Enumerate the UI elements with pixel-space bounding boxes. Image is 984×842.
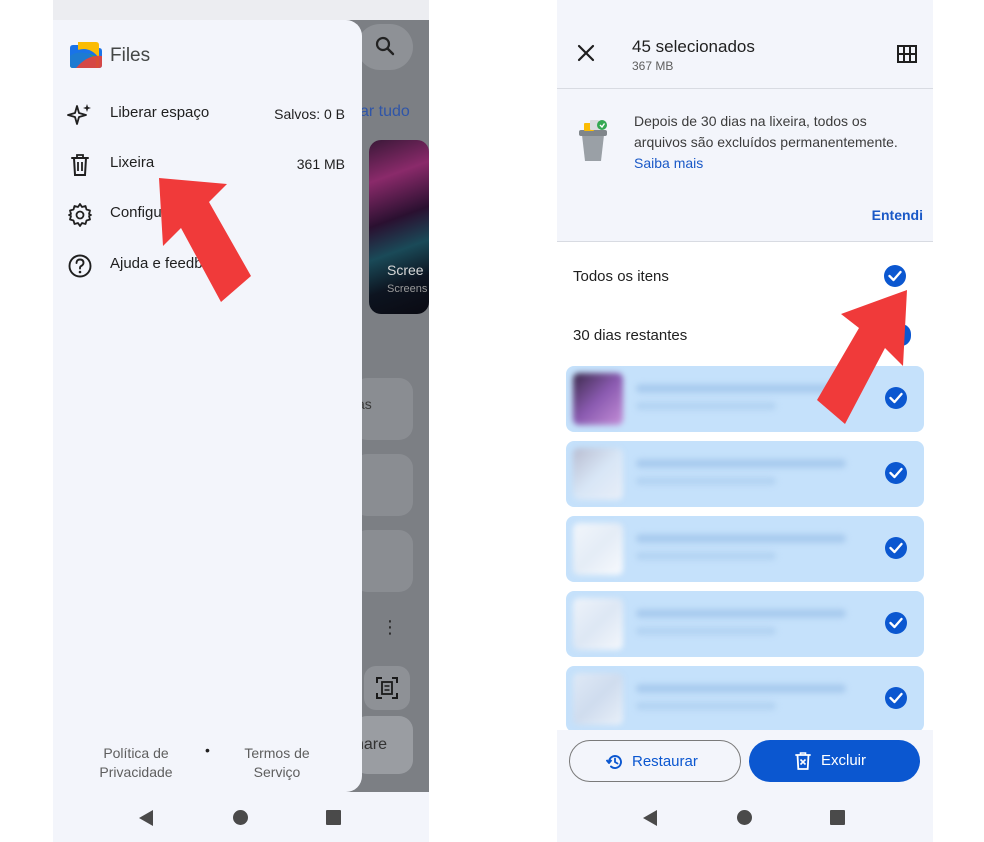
nav-back-icon[interactable] [139, 810, 153, 826]
trash-bin-illustration-icon [579, 120, 607, 161]
background-scan-button [364, 666, 410, 710]
nav-back-icon[interactable] [643, 810, 657, 826]
restore-button-label: Restaurar [632, 753, 698, 770]
dismiss-banner-button[interactable]: Entendi [872, 207, 923, 223]
nav-recents-icon[interactable] [830, 810, 845, 825]
blurred-file-name [636, 534, 846, 543]
nav-home-icon[interactable] [233, 810, 248, 825]
background-select-all-link: ar tudo [360, 103, 410, 120]
status-bar-area [53, 0, 429, 20]
learn-more-link[interactable]: Saiba mais [634, 155, 703, 171]
blurred-file-details [636, 702, 776, 710]
file-checkbox[interactable] [885, 462, 907, 484]
file-list-item[interactable] [566, 441, 924, 507]
scan-document-icon [376, 677, 398, 699]
delete-forever-icon [795, 752, 811, 770]
selection-count-title: 45 selecionados [632, 37, 755, 56]
terms-link-line: Termos de [244, 745, 310, 761]
all-items-checkbox[interactable] [884, 265, 906, 287]
delete-button-label: Excluir [821, 752, 867, 769]
sparkle-icon [67, 104, 91, 125]
android-navigation-bar [53, 792, 429, 842]
background-search-button [357, 24, 413, 70]
restore-button[interactable]: Restaurar [569, 740, 741, 782]
drawer-item-label: Lixeira [110, 154, 155, 171]
close-icon[interactable] [575, 42, 597, 64]
privacy-link-line: Privacidade [99, 764, 173, 780]
privacy-link-line: Política de [103, 745, 169, 761]
background-card-title: Scree [387, 262, 424, 278]
help-icon [68, 254, 92, 278]
delete-button[interactable]: Excluir [749, 740, 920, 782]
blurred-file-name [636, 684, 846, 693]
banner-message: Depois de 30 dias na lixeira, todos os a… [634, 111, 914, 174]
file-checkbox[interactable] [885, 612, 907, 634]
blurred-file-name [636, 459, 846, 468]
background-list-row [353, 454, 413, 516]
checkmark-icon [889, 692, 903, 704]
checkmark-icon [889, 542, 903, 554]
all-items-label: Todos os itens [573, 268, 669, 285]
right-phone-screen: 45 selecionados 367 MB Depois de 30 dias… [557, 0, 933, 842]
selection-toolbar: 45 selecionados 367 MB [557, 0, 933, 88]
file-thumbnail [573, 673, 623, 725]
file-thumbnail [573, 523, 623, 575]
terms-of-service-link[interactable]: Termos de Serviço [227, 744, 327, 782]
blurred-file-details [636, 627, 776, 635]
section-label: 30 dias restantes [573, 327, 688, 344]
background-list-row [353, 530, 413, 592]
restore-history-icon [606, 755, 622, 769]
navigation-drawer: Files Liberar espaço Salvos: 0 B Lixeira… [53, 20, 362, 792]
drawer-item-value: 361 MB [296, 156, 345, 172]
checkmark-icon [889, 617, 903, 629]
terms-link-line: Serviço [253, 764, 301, 780]
file-list-item[interactable] [566, 591, 924, 657]
checkmark-icon [889, 467, 903, 479]
selection-size: 367 MB [632, 59, 674, 73]
footer-separator: • [205, 742, 210, 758]
drawer-item-label: Liberar espaço [110, 104, 210, 121]
checkmark-icon [888, 270, 902, 282]
file-thumbnail [573, 448, 623, 500]
blurred-file-details [636, 477, 776, 485]
file-checkbox[interactable] [885, 537, 907, 559]
left-phone-screen: ar tudo Scree Screens as ⋮ r hare Files [53, 0, 429, 842]
drawer-item-free-up-space[interactable]: Liberar espaço Salvos: 0 B [67, 96, 349, 132]
search-icon [375, 36, 395, 56]
privacy-policy-link[interactable]: Política de Privacidade [81, 744, 191, 782]
files-logo-icon [70, 42, 102, 68]
file-list-item[interactable] [566, 516, 924, 582]
file-list-item[interactable] [566, 666, 924, 732]
file-thumbnail [573, 598, 623, 650]
nav-recents-icon[interactable] [326, 810, 341, 825]
blurred-file-name [636, 609, 846, 618]
trash-info-banner: Depois de 30 dias na lixeira, todos os a… [557, 88, 933, 242]
red-arrow-annotation [159, 178, 251, 302]
file-thumbnail [573, 373, 623, 425]
blurred-file-details [636, 402, 776, 410]
drawer-app-title: Files [110, 45, 151, 66]
drawer-item-value: Salvos: 0 B [274, 106, 345, 122]
background-card-subtitle: Screens [387, 283, 428, 295]
android-navigation-bar [557, 792, 933, 842]
grid-view-icon[interactable] [897, 45, 917, 63]
nav-home-icon[interactable] [737, 810, 752, 825]
file-checkbox[interactable] [885, 687, 907, 709]
trash-icon [71, 154, 89, 176]
action-bar: Restaurar Excluir [557, 730, 933, 792]
red-arrow-annotation [817, 290, 907, 424]
blurred-file-details [636, 552, 776, 560]
background-screenshot-card: Scree Screens [369, 140, 429, 314]
banner-text: Depois de 30 dias na lixeira, todos os a… [634, 113, 898, 150]
gear-icon [68, 203, 92, 227]
more-vert-icon: ⋮ [381, 617, 399, 637]
